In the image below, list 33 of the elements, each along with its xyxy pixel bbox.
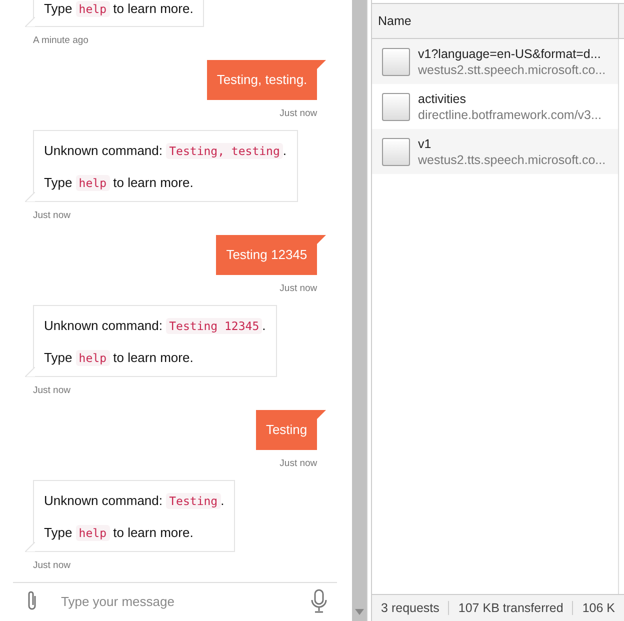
timestamp: Just now — [33, 210, 70, 221]
message-line: Type help to learn more. — [44, 174, 194, 192]
request-name: v1 — [418, 136, 432, 150]
message-input[interactable]: Type your message — [59, 592, 292, 610]
message-line: Type help to learn more. — [44, 349, 194, 367]
timestamp: Just now — [280, 458, 318, 469]
timestamp: Just now — [33, 560, 70, 571]
microphone-icon[interactable] — [311, 589, 328, 613]
timestamp: Just now — [280, 108, 318, 119]
file-icon — [382, 48, 410, 76]
request-name: activities — [418, 92, 467, 106]
file-icon — [382, 138, 410, 166]
message-line: Type help to learn more. — [44, 0, 194, 18]
message-line: Type help to learn more. — [44, 524, 194, 542]
request-host: directline.botframework.com/v3... — [418, 108, 602, 122]
bubble-tail — [317, 410, 326, 419]
request-host: westus2.tts.speech.microsoft.co... — [418, 152, 606, 166]
request-name: v1?language=en-US&format=d... — [418, 46, 602, 60]
file-icon — [382, 92, 410, 120]
timestamp: Just now — [33, 385, 70, 396]
bubble-tail — [317, 235, 326, 244]
request-row[interactable]: v1?language=en-US&format=d... westus2.stt.speech.microsoft.co... — [372, 39, 618, 84]
status-text: 3 requests — [380, 601, 440, 615]
status-text: 107 KB transferred — [448, 601, 572, 615]
status-text: 106 K — [572, 601, 624, 615]
message-line: Unknown command: Testing, testing . — [44, 142, 287, 160]
timestamp: A minute ago — [33, 35, 88, 46]
timestamp: Just now — [280, 283, 318, 294]
request-host: westus2.stt.speech.microsoft.co... — [418, 62, 606, 76]
message-line: Unknown command: Testing 12345 . — [44, 317, 266, 335]
request-row[interactable]: v1 westus2.tts.speech.microsoft.co... — [372, 129, 618, 174]
bubble-tail — [317, 60, 326, 69]
message-line: Unknown command: Testing . — [44, 492, 224, 510]
